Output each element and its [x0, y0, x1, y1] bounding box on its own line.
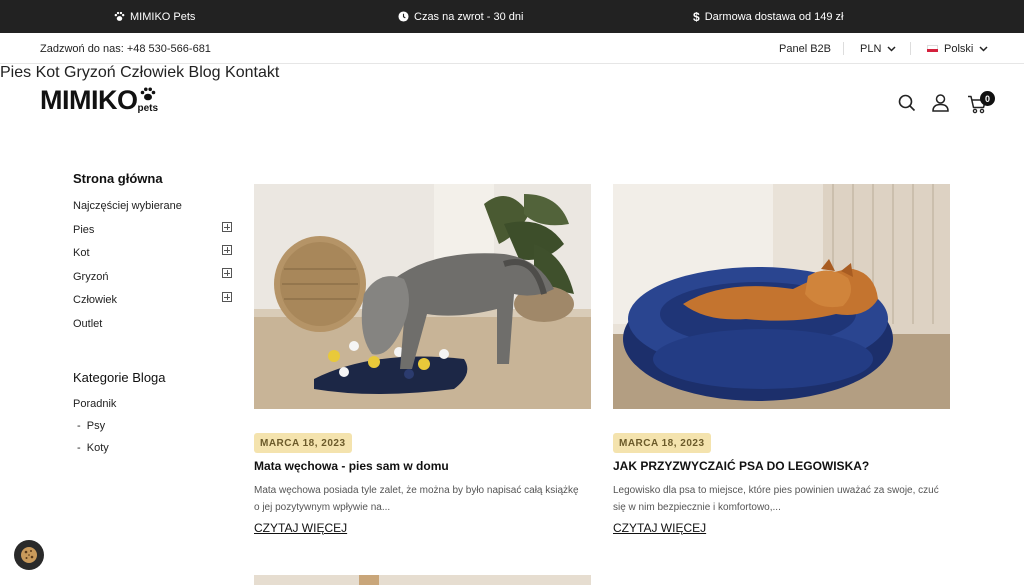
announcement-brand: MIMIKO Pets — [114, 0, 195, 33]
sidebar-item-outlet[interactable]: Outlet — [73, 318, 102, 330]
post-title[interactable]: Mata węchowa - pies sam w domu — [254, 459, 449, 473]
nav-blog[interactable]: Blog — [189, 64, 221, 81]
b2b-panel-label: Panel B2B — [779, 42, 831, 55]
sidebar-item-najczesciej[interactable]: Najczęściej wybierane — [73, 200, 182, 212]
post-excerpt: Mata węchowa posiada tyle zalet, że możn… — [254, 485, 579, 513]
nav-pies[interactable]: Pies — [0, 64, 31, 81]
dog-on-bed-illustration — [613, 184, 950, 409]
read-more-link[interactable]: CZYTAJ WIĘCEJ — [613, 521, 706, 535]
blog-category-psy[interactable]: - Psy — [77, 420, 105, 432]
blog-category-poradnik[interactable]: Poradnik — [73, 398, 116, 410]
language-label: Polski — [944, 42, 974, 55]
logo-sub-text: pets — [137, 103, 159, 114]
dollar-icon: $ — [693, 9, 700, 24]
announcement-returns-text: Czas na zwrot - 30 dni — [414, 10, 524, 23]
search-icon[interactable] — [898, 94, 916, 112]
cart-count-badge: 0 — [980, 91, 995, 106]
next-post-image-peek — [254, 575, 591, 585]
currency-selector[interactable]: PLN — [860, 33, 896, 64]
announcement-brand-text: MIMIKO Pets — [130, 10, 196, 23]
chevron-down-icon — [979, 45, 988, 52]
utility-bar: Zadzwoń do nas: +48 530-566-681 Panel B2… — [0, 33, 1024, 64]
nav-kontakt[interactable]: Kontakt — [225, 64, 279, 81]
post-date: MARCA 18, 2023 — [254, 433, 352, 453]
nav-czlowiek[interactable]: Człowiek — [120, 64, 184, 81]
post-image-dog-bed[interactable] — [613, 184, 950, 409]
expand-pies-icon[interactable] — [222, 222, 232, 232]
sidebar-item-pies[interactable]: Pies — [73, 224, 94, 236]
sidebar-item-kot[interactable]: Kot — [73, 247, 90, 259]
cookie-settings-button[interactable] — [14, 540, 44, 570]
logo-paw-icon — [140, 87, 155, 101]
post-date: MARCA 18, 2023 — [613, 433, 711, 453]
sidebar-item-gryzon[interactable]: Gryzoń — [73, 271, 108, 283]
logo-main-text: MIMIKO — [40, 85, 138, 115]
currency-label: PLN — [860, 42, 882, 55]
announcement-returns: Czas na zwrot - 30 dni — [398, 0, 523, 33]
sidebar-title: Strona główna — [73, 171, 163, 186]
paw-icon — [114, 11, 125, 21]
divider — [910, 42, 911, 55]
site-logo[interactable]: MIMIKO pets — [40, 85, 168, 115]
blog-categories-title: Kategorie Bloga — [73, 370, 166, 385]
nav-kot[interactable]: Kot — [36, 64, 60, 81]
post-title[interactable]: JAK PRZYZWYCZAIĆ PSA DO LEGOWISKA? — [613, 459, 869, 473]
nav-gryzon[interactable]: Gryzoń — [64, 64, 116, 81]
expand-gryzon-icon[interactable] — [222, 268, 232, 278]
post-image-snuffle-mat[interactable] — [254, 184, 591, 409]
expand-kot-icon[interactable] — [222, 245, 232, 255]
divider — [843, 42, 844, 55]
announcement-shipping-text: Darmowa dostawa od 149 zł — [704, 10, 844, 23]
cookie-icon — [21, 547, 37, 563]
next-post-image-detail — [359, 575, 379, 585]
poland-flag-icon — [927, 45, 938, 52]
b2b-panel-link[interactable]: Panel B2B — [779, 33, 831, 64]
announcement-shipping: $ Darmowa dostawa od 149 zł — [693, 0, 843, 33]
site-header: MIMIKO pets Pies Kot Gryzoń Człowiek Blo… — [0, 64, 1024, 144]
language-selector[interactable]: Polski — [927, 33, 988, 64]
sidebar-item-czlowiek[interactable]: Człowiek — [73, 294, 117, 306]
announcement-bar: MIMIKO Pets Czas na zwrot - 30 dni $ Dar… — [0, 0, 1024, 33]
dog-snuffle-mat-illustration — [254, 184, 591, 409]
post-excerpt: Legowisko dla psa to miejsce, które pies… — [613, 485, 939, 513]
expand-czlowiek-icon[interactable] — [222, 292, 232, 302]
main-nav: Pies Kot Gryzoń Człowiek Blog Kontakt — [0, 64, 1024, 82]
account-icon[interactable] — [932, 94, 949, 112]
logo-sub: pets — [138, 86, 168, 114]
phone-link[interactable]: Zadzwoń do nas: +48 530-566-681 — [40, 33, 211, 64]
read-more-link[interactable]: CZYTAJ WIĘCEJ — [254, 521, 347, 535]
blog-category-koty[interactable]: - Koty — [77, 442, 109, 454]
clock-icon — [398, 11, 409, 22]
chevron-down-icon — [887, 45, 896, 52]
